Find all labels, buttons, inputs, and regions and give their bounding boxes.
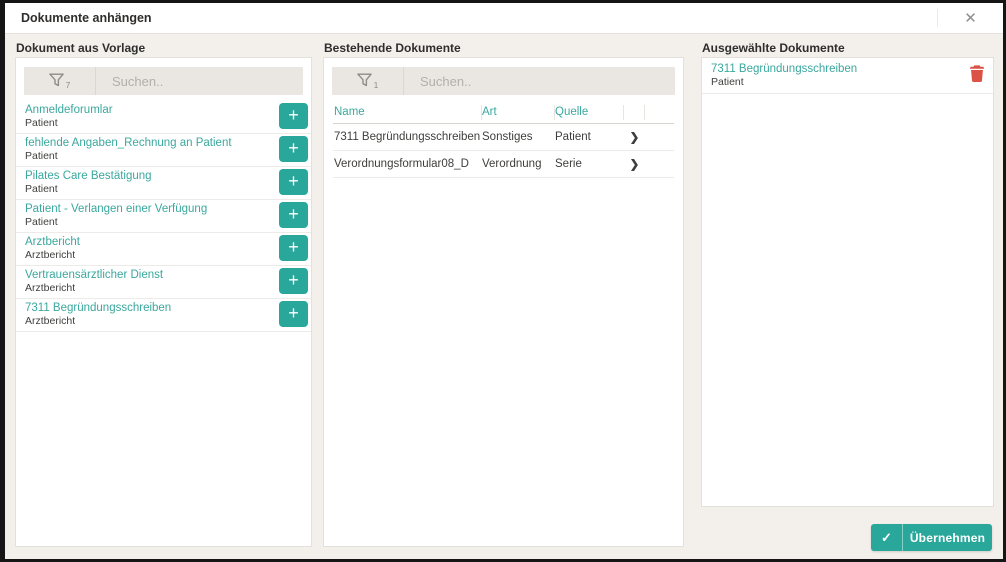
template-list-item: Anmeldeforumlar Patient +	[16, 101, 311, 134]
dialog-window: Dokumente anhängen ✕ Dokument aus Vorlag…	[0, 0, 1006, 562]
existing-documents-table: Name Art Quelle 7311 Begründungsschreibe…	[333, 101, 674, 178]
check-icon: ✓	[871, 524, 903, 551]
cell-name: 7311 Begründungsschreiben	[334, 131, 481, 143]
close-icon: ✕	[964, 10, 977, 27]
table-header-name[interactable]: Name	[333, 104, 482, 120]
table-header-empty	[624, 104, 645, 120]
filter-count-badge: 7	[65, 80, 71, 90]
add-template-button[interactable]: +	[279, 136, 308, 162]
delete-button[interactable]	[968, 65, 986, 84]
template-list-item: Arztbericht Arztbericht +	[16, 233, 311, 266]
table-row[interactable]: Verordnungsformular08_D Verordnung Serie…	[333, 151, 674, 178]
existing-filter-button[interactable]: 1	[332, 67, 404, 95]
template-list-item: Vertrauensärztlicher Dienst Arztbericht …	[16, 266, 311, 299]
template-list-item: Pilates Care Bestätigung Patient +	[16, 167, 311, 200]
add-template-button[interactable]: +	[279, 169, 308, 195]
selected-title: 7311 Begründungsschreiben	[711, 63, 858, 75]
templates-filter-button[interactable]: 7	[24, 67, 96, 95]
table-header-art[interactable]: Art	[482, 104, 555, 120]
selected-list-item: 7311 Begründungsschreiben Patient	[702, 58, 993, 94]
template-subtitle: Arztbericht	[25, 282, 76, 294]
filter-count-badge: 1	[373, 80, 379, 90]
add-template-button[interactable]: +	[279, 301, 308, 327]
template-subtitle: Patient	[25, 216, 58, 228]
template-subtitle: Patient	[25, 183, 58, 195]
funnel-icon	[356, 72, 372, 90]
funnel-icon	[48, 72, 64, 90]
plus-icon: +	[288, 237, 299, 257]
plus-icon: +	[288, 138, 299, 158]
template-subtitle: Arztbericht	[25, 249, 76, 261]
existing-documents-panel: 1 Name Art Quelle 7311 Begründungsschrei…	[323, 57, 684, 547]
template-title: Arztbericht	[25, 236, 80, 248]
template-title: Pilates Care Bestätigung	[25, 170, 152, 182]
template-title: Anmeldeforumlar	[25, 104, 113, 116]
dialog-title: Dokumente anhängen	[21, 11, 152, 25]
cell-art: Sonstiges	[482, 131, 533, 143]
plus-icon: +	[288, 204, 299, 224]
table-header-empty	[645, 105, 674, 120]
templates-panel: 7 Anmeldeforumlar Patient + fehlende Ang…	[15, 57, 312, 547]
cell-quelle: Patient	[555, 131, 591, 143]
apply-button[interactable]: ✓ Übernehmen	[871, 524, 992, 551]
cell-name: Verordnungsformular08_D	[334, 158, 469, 170]
template-list-item: Patient - Verlangen einer Verfügung Pati…	[16, 200, 311, 233]
chevron-right-icon[interactable]: ❯	[624, 130, 645, 144]
add-template-button[interactable]: +	[279, 103, 308, 129]
add-template-button[interactable]: +	[279, 268, 308, 294]
column-header-templates: Dokument aus Vorlage	[16, 41, 146, 55]
chevron-right-icon[interactable]: ❯	[624, 157, 645, 171]
template-subtitle: Arztbericht	[25, 315, 76, 327]
column-header-selected: Ausgewählte Dokumente	[702, 41, 845, 55]
template-title: 7311 Begründungsschreiben	[25, 302, 172, 314]
plus-icon: +	[288, 303, 299, 323]
cell-art: Verordnung	[482, 158, 542, 170]
templates-list: Anmeldeforumlar Patient + fehlende Angab…	[16, 101, 311, 332]
template-list-item: 7311 Begründungsschreiben Arztbericht +	[16, 299, 311, 332]
template-title: Vertrauensärztlicher Dienst	[25, 269, 164, 281]
cell-quelle: Serie	[555, 158, 582, 170]
plus-icon: +	[288, 171, 299, 191]
apply-button-label: Übernehmen	[909, 530, 986, 545]
plus-icon: +	[288, 105, 299, 125]
table-header-quelle[interactable]: Quelle	[555, 104, 624, 120]
table-header-row: Name Art Quelle	[333, 101, 674, 124]
dialog-content: Dokument aus Vorlage Bestehende Dokument…	[5, 34, 1003, 559]
table-row[interactable]: 7311 Begründungsschreiben Sonstiges Pati…	[333, 124, 674, 151]
close-button[interactable]: ✕	[937, 9, 1003, 27]
add-template-button[interactable]: +	[279, 202, 308, 228]
template-subtitle: Patient	[25, 117, 58, 129]
templates-search-input[interactable]	[96, 67, 303, 95]
add-template-button[interactable]: +	[279, 235, 308, 261]
template-title: Patient - Verlangen einer Verfügung	[25, 203, 208, 215]
trash-icon	[969, 65, 985, 86]
existing-search-box: 1	[332, 67, 675, 95]
template-title: fehlende Angaben_Rechnung an Patient	[25, 137, 232, 149]
selected-documents-panel: 7311 Begründungsschreiben Patient	[701, 57, 994, 507]
template-subtitle: Patient	[25, 150, 58, 162]
column-header-existing: Bestehende Dokumente	[324, 41, 461, 55]
template-list-item: fehlende Angaben_Rechnung an Patient Pat…	[16, 134, 311, 167]
existing-search-input[interactable]	[404, 67, 675, 95]
templates-search-box: 7	[24, 67, 303, 95]
selected-subtitle: Patient	[711, 76, 744, 88]
title-bar: Dokumente anhängen ✕	[5, 3, 1003, 34]
plus-icon: +	[288, 270, 299, 290]
